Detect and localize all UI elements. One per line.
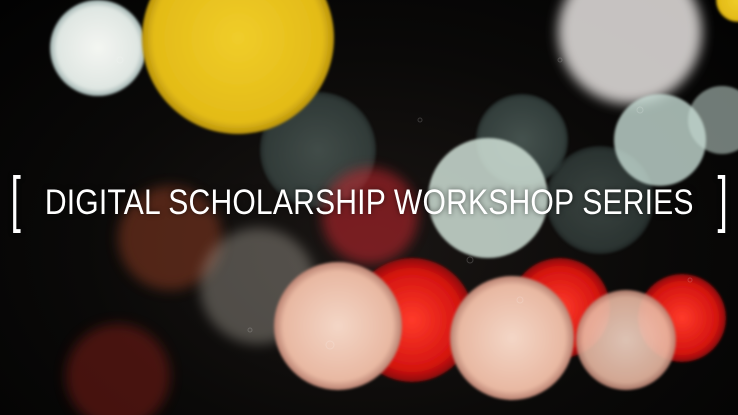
bokeh-yellow-light bbox=[716, 0, 738, 22]
series-title-text: DIGITAL SCHOLARSHIP WORKSHOP SERIES bbox=[44, 183, 694, 222]
bokeh-peach-light bbox=[274, 262, 402, 390]
bokeh-white-light bbox=[50, 0, 146, 96]
bokeh-peach-light bbox=[450, 276, 574, 400]
series-title: [ DIGITAL SCHOLARSHIP WORKSHOP SERIES ] bbox=[0, 168, 738, 238]
bokeh-dim-red-light bbox=[66, 324, 170, 415]
workshop-banner: [ DIGITAL SCHOLARSHIP WORKSHOP SERIES ] bbox=[0, 0, 738, 415]
close-bracket: ] bbox=[717, 165, 729, 234]
bokeh-peach-light bbox=[576, 290, 676, 390]
open-bracket: [ bbox=[9, 165, 21, 234]
bokeh-white-light bbox=[558, 0, 702, 104]
